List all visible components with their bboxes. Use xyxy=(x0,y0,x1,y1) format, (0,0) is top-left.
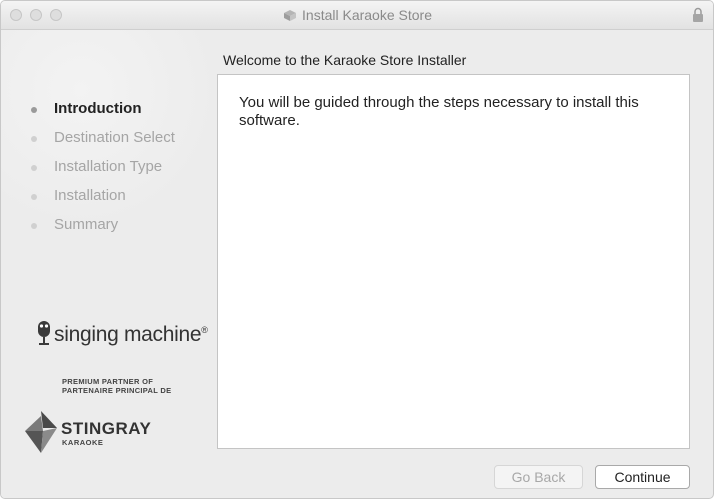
singing-machine-logo: singing machine® xyxy=(54,323,208,347)
partner-text: PREMIUM PARTNER OF PARTENAIRE PRINCIPAL … xyxy=(62,377,171,395)
continue-button[interactable]: Continue xyxy=(595,465,690,489)
step-label: Installation xyxy=(54,187,126,204)
step-bullet xyxy=(31,194,37,200)
microphone-icon xyxy=(38,321,50,345)
step-bullet xyxy=(31,136,37,142)
step-bullet xyxy=(31,165,37,171)
step-label: Destination Select xyxy=(54,129,175,146)
page-title: Welcome to the Karaoke Store Installer xyxy=(223,52,467,68)
window-title: Install Karaoke Store xyxy=(302,7,432,23)
partner-line-2: PARTENAIRE PRINCIPAL DE xyxy=(62,386,172,395)
title-bar[interactable]: Install Karaoke Store xyxy=(1,1,713,30)
lock-icon xyxy=(693,7,703,22)
stingray-subtitle: KARAOKE xyxy=(62,438,104,447)
go-back-button[interactable]: Go Back xyxy=(494,465,583,489)
step-label: Summary xyxy=(54,216,119,233)
window-title-wrap: Install Karaoke Store xyxy=(1,7,713,23)
registered-mark: ® xyxy=(201,325,208,335)
step-label: Installation Type xyxy=(54,158,163,175)
content-panel: You will be guided through the steps nec… xyxy=(217,74,690,449)
package-icon xyxy=(284,10,297,21)
step-label: Introduction xyxy=(54,100,142,117)
intro-text: You will be guided through the steps nec… xyxy=(239,94,639,129)
singing-machine-wordmark: singing machine xyxy=(54,323,202,346)
step-bullet xyxy=(31,223,37,229)
step-bullet xyxy=(31,107,37,113)
partner-line-1: PREMIUM PARTNER OF xyxy=(62,377,154,386)
stingray-logo-icon xyxy=(25,411,57,453)
stingray-wordmark: STINGRAY xyxy=(61,419,152,438)
installer-window: Install Karaoke Store Introduction Desti… xyxy=(0,0,714,499)
